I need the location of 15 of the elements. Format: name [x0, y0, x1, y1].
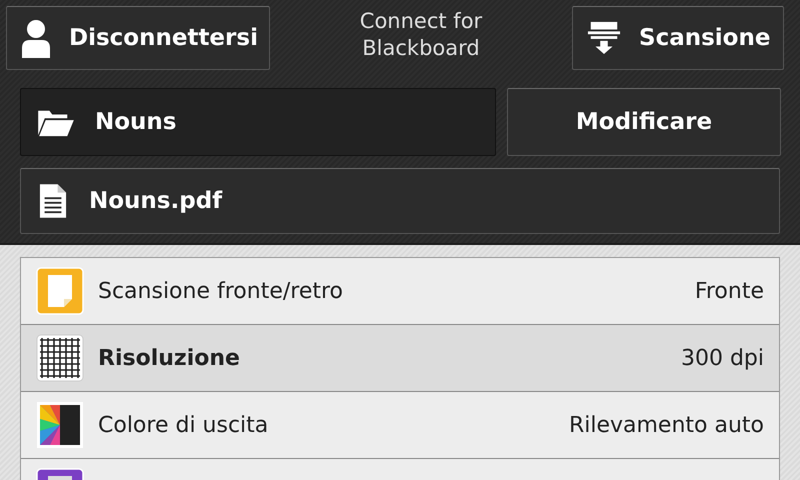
setting-row[interactable]: Risoluzione 300 dpi: [21, 325, 779, 392]
setting-row[interactable]: Colore di uscita Rilevamento auto: [21, 392, 779, 459]
scanner-icon: [587, 21, 621, 55]
file-button[interactable]: Nouns.pdf: [20, 168, 780, 234]
grid-icon: [36, 334, 84, 382]
edit-button[interactable]: Modificare: [507, 88, 781, 156]
page-icon: [36, 267, 84, 315]
logout-button[interactable]: Disconnettersi: [6, 6, 270, 70]
app-title: Connect for Blackboard: [358, 8, 484, 62]
person-icon: [21, 18, 51, 58]
folder-button[interactable]: Nouns: [20, 88, 496, 156]
color-icon: [36, 401, 84, 449]
setting-row[interactable]: Scansione fronte/retro Fronte: [21, 258, 779, 325]
scan-button[interactable]: Scansione: [572, 6, 784, 70]
document-icon: [39, 183, 67, 219]
